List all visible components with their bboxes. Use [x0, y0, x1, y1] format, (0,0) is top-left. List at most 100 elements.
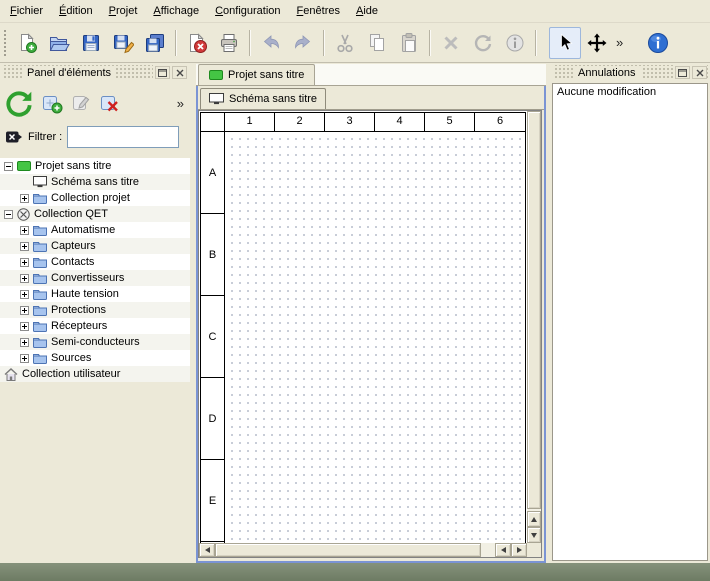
pan-mode-icon	[586, 32, 608, 54]
tree-item-haute-tension[interactable]: Haute tension	[0, 286, 190, 302]
tree-item-collection-projet[interactable]: Collection projet	[0, 190, 190, 206]
tree-item-semi-conducteurs[interactable]: Semi-conducteurs	[0, 334, 190, 350]
new-document-button[interactable]	[11, 27, 43, 59]
scroll-left-button-2[interactable]	[495, 543, 511, 557]
scroll-up-button[interactable]	[527, 511, 541, 527]
cut-icon	[334, 32, 356, 54]
toolbar-overflow-chevron[interactable]: »	[613, 35, 626, 50]
delete-button[interactable]	[435, 27, 467, 59]
dock-float-button[interactable]	[675, 66, 690, 79]
tree-item-collection-qet[interactable]: Collection QET	[0, 206, 190, 222]
diagram-row-header: C	[201, 296, 224, 378]
close-document-button[interactable]	[181, 27, 213, 59]
pan-mode-button[interactable]	[581, 27, 613, 59]
vscroll-thumb[interactable]	[527, 111, 541, 509]
reload-collections-button[interactable]	[4, 88, 34, 118]
menu-aide[interactable]: Aide	[348, 2, 386, 20]
expand-expander[interactable]	[20, 274, 29, 283]
scroll-down-button[interactable]	[527, 527, 541, 543]
diagram-column-header: 5	[425, 113, 475, 131]
scroll-left-button[interactable]	[199, 543, 215, 557]
expand-expander[interactable]	[20, 290, 29, 299]
expand-expander[interactable]	[20, 194, 29, 203]
undo-button[interactable]	[255, 27, 287, 59]
tree-item-contacts[interactable]: Contacts	[0, 254, 190, 270]
diagram-row-header: B	[201, 214, 224, 296]
paste-button[interactable]	[393, 27, 425, 59]
cut-button[interactable]	[329, 27, 361, 59]
tree-item-collection-utilisateur[interactable]: Collection utilisateur	[0, 366, 190, 382]
expand-expander[interactable]	[20, 258, 29, 267]
menu-projet[interactable]: Projet	[101, 2, 146, 20]
expand-expander[interactable]	[20, 226, 29, 235]
close-document-icon	[186, 32, 208, 54]
qet-collection-icon	[17, 208, 30, 221]
hscroll-thumb[interactable]	[215, 543, 481, 557]
elements-panel-titlebar[interactable]: Panel d'éléments	[2, 65, 188, 80]
tree-item-protections[interactable]: Protections	[0, 302, 190, 318]
tab-diagram[interactable]: Schéma sans titre	[200, 88, 326, 109]
collapse-expander[interactable]	[4, 210, 13, 219]
diagram-grid[interactable]	[225, 132, 525, 543]
diagram-column-header: 2	[275, 113, 325, 131]
float-icon	[158, 69, 167, 77]
tree-item-sources[interactable]: Sources	[0, 350, 190, 366]
vertical-scrollbar[interactable]	[527, 111, 541, 543]
tree-item-recepteurs[interactable]: Récepteurs	[0, 318, 190, 334]
dock-close-button[interactable]	[172, 66, 187, 79]
edit-element-button[interactable]	[70, 92, 92, 114]
select-mode-button[interactable]	[549, 27, 581, 59]
conductor-info-button[interactable]	[499, 27, 531, 59]
menu-affichage[interactable]: Affichage	[145, 2, 207, 20]
clear-filter-button[interactable]	[5, 128, 23, 146]
open-project-icon	[48, 32, 70, 54]
toolbar-separator	[249, 30, 251, 56]
new-element-button[interactable]	[41, 92, 63, 114]
tree-item-diagram[interactable]: Schéma sans titre	[0, 174, 190, 190]
print-button[interactable]	[213, 27, 245, 59]
expand-expander[interactable]	[20, 322, 29, 331]
tree-item-label: Capteurs	[51, 240, 96, 252]
expand-expander[interactable]	[20, 354, 29, 363]
save-all-button[interactable]	[139, 27, 171, 59]
panel-overflow-chevron[interactable]: »	[177, 96, 184, 111]
copy-button[interactable]	[361, 27, 393, 59]
dock-float-button[interactable]	[155, 66, 170, 79]
save-button[interactable]	[75, 27, 107, 59]
undo-history-list[interactable]: Aucune modification	[552, 83, 708, 561]
expand-expander[interactable]	[20, 338, 29, 347]
redo-icon	[292, 32, 314, 54]
collapse-expander[interactable]	[4, 162, 13, 171]
menu-edition[interactable]: Édition	[51, 2, 101, 20]
tree-item-capteurs[interactable]: Capteurs	[0, 238, 190, 254]
tree-item-convertisseurs[interactable]: Convertisseurs	[0, 270, 190, 286]
rotate-button[interactable]	[467, 27, 499, 59]
dock-close-button[interactable]	[692, 66, 707, 79]
edit-element-icon	[70, 92, 92, 114]
open-project-button[interactable]	[43, 27, 75, 59]
scroll-right-button[interactable]	[511, 543, 527, 557]
horizontal-scrollbar[interactable]	[199, 543, 527, 557]
diagram-canvas[interactable]: 1 2 3 4 5 6 A B C	[199, 111, 527, 543]
expand-expander[interactable]	[20, 242, 29, 251]
menu-fenetres[interactable]: Fenêtres	[289, 2, 348, 20]
toolbar-drag-handle[interactable]	[3, 29, 8, 57]
about-button[interactable]	[642, 27, 674, 59]
delete-element-button[interactable]	[99, 92, 121, 114]
tree-item-automatisme[interactable]: Automatisme	[0, 222, 190, 238]
save-as-button[interactable]	[107, 27, 139, 59]
undo-panel-titlebar[interactable]: Annulations	[553, 65, 708, 80]
tab-project[interactable]: Projet sans titre	[198, 64, 315, 85]
menu-configuration[interactable]: Configuration	[207, 2, 288, 20]
folder-icon	[33, 352, 47, 364]
tree-item-project[interactable]: Projet sans titre	[0, 158, 190, 174]
menu-fichier[interactable]: Fichier	[2, 2, 51, 20]
filter-input[interactable]	[67, 126, 179, 148]
undo-history-item[interactable]: Aucune modification	[553, 84, 707, 100]
redo-button[interactable]	[287, 27, 319, 59]
tab-project-label: Projet sans titre	[228, 69, 304, 81]
diagram-icon	[209, 93, 224, 105]
workspace: Projet sans titre Schéma sans titre	[196, 63, 546, 563]
expand-expander[interactable]	[20, 306, 29, 315]
folder-icon	[33, 288, 47, 300]
